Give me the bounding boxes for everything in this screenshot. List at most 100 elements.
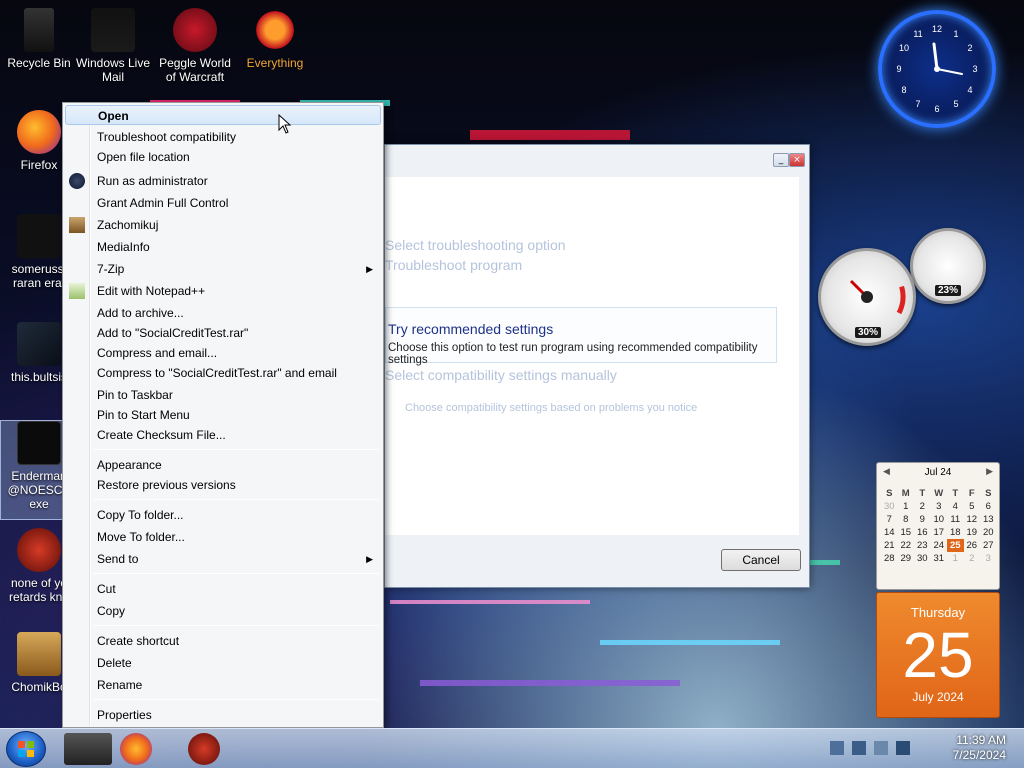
calendar-day[interactable]: 14: [881, 526, 898, 539]
menu-item-run-as-admin[interactable]: Run as administrator: [65, 171, 381, 191]
menu-item-pin-start[interactable]: Pin to Start Menu: [65, 405, 381, 425]
desktop-icon-peggle[interactable]: Peggle World of Warcraft: [156, 8, 234, 84]
svg-text:2: 2: [967, 43, 972, 53]
tray-volume-icon[interactable]: [852, 741, 866, 755]
menu-item-zachomikuj[interactable]: Zachomikuj: [65, 215, 381, 235]
desktop-icon-windows-live-mail[interactable]: Windows Live Mail: [74, 8, 152, 84]
menu-item-rename[interactable]: Rename: [65, 675, 381, 695]
ghost-text: Select troubleshooting option: [385, 237, 566, 253]
calendar-day[interactable]: 16: [914, 526, 931, 539]
cpu-meter-gadget[interactable]: 23% 30%: [818, 228, 990, 346]
menu-item-properties[interactable]: Properties: [65, 705, 381, 725]
calendar-day[interactable]: 3: [980, 552, 997, 565]
calendar-day[interactable]: 3: [931, 500, 948, 513]
calendar-day[interactable]: 13: [980, 513, 997, 526]
tray-flag-icon[interactable]: [874, 741, 888, 755]
menu-item-open[interactable]: Open: [65, 105, 381, 125]
calendar-day-today[interactable]: 25: [947, 539, 964, 552]
menu-item-create-checksum[interactable]: Create Checksum File...: [65, 425, 381, 445]
calendar-day[interactable]: 20: [980, 526, 997, 539]
calendar-day[interactable]: 12: [964, 513, 981, 526]
weekday-label: S: [886, 488, 893, 499]
calendar-day[interactable]: 2: [914, 500, 931, 513]
calendar-day[interactable]: 17: [931, 526, 948, 539]
close-button[interactable]: ×: [789, 153, 805, 167]
taskbar-app-button[interactable]: [188, 733, 220, 765]
menu-item-grant-admin[interactable]: Grant Admin Full Control: [65, 193, 381, 213]
svg-text:5: 5: [953, 99, 958, 109]
calendar-day[interactable]: 7: [881, 513, 898, 526]
menu-item-compress-email[interactable]: Compress and email...: [65, 343, 381, 363]
svg-text:3: 3: [972, 64, 977, 74]
calendar-day[interactable]: 9: [914, 513, 931, 526]
notepad-icon: [69, 283, 85, 299]
calendar-day[interactable]: 31: [931, 552, 948, 565]
tray-app-icon[interactable]: [896, 741, 910, 755]
calendar-gadget[interactable]: ◀ Jul 24 ▶ S M T W T F S 30 1 2 3 4 5 6 …: [876, 462, 1000, 590]
calendar-day[interactable]: 5: [964, 500, 981, 513]
start-button[interactable]: [6, 731, 46, 767]
taskbar-time: 11:39 AM: [956, 733, 1006, 747]
calendar-day[interactable]: 6: [980, 500, 997, 513]
tray-network-icon[interactable]: [830, 741, 844, 755]
taskbar-firefox-button[interactable]: [120, 733, 152, 765]
taskbar-explorer-button[interactable]: [64, 733, 112, 765]
menu-item-cut[interactable]: Cut: [65, 579, 381, 599]
menu-item-copy[interactable]: Copy: [65, 601, 381, 621]
menu-item-move-to[interactable]: Move To folder...: [65, 527, 381, 547]
calendar-day[interactable]: 22: [898, 539, 915, 552]
calendar-day[interactable]: 19: [964, 526, 981, 539]
calendar-day[interactable]: 21: [881, 539, 898, 552]
menu-separator: [93, 699, 379, 700]
menu-item-troubleshoot[interactable]: Troubleshoot compatibility: [65, 127, 381, 147]
menu-item-add-archive[interactable]: Add to archive...: [65, 303, 381, 323]
menu-item-restore-versions[interactable]: Restore previous versions: [65, 475, 381, 495]
calendar-day[interactable]: 15: [898, 526, 915, 539]
menu-item-send-to[interactable]: Send to ▶: [65, 549, 381, 569]
context-menu: Open Troubleshoot compatibility Open fil…: [62, 102, 384, 728]
calendar-day[interactable]: 28: [881, 552, 898, 565]
menu-item-label: Edit with Notepad++: [97, 284, 206, 298]
svg-text:7: 7: [915, 99, 920, 109]
calendar-day[interactable]: 30: [881, 500, 898, 513]
menu-item-compress-rar-email[interactable]: Compress to "SocialCreditTest.rar" and e…: [65, 363, 381, 383]
calendar-day[interactable]: 27: [980, 539, 997, 552]
menu-item-copy-to[interactable]: Copy To folder...: [65, 505, 381, 525]
weekday-label: S: [985, 488, 992, 499]
taskbar-clock[interactable]: 11:39 AM 7/25/2024: [953, 733, 1006, 763]
calendar-day[interactable]: 24: [931, 539, 948, 552]
minimize-button[interactable]: _: [773, 153, 789, 167]
menu-item-delete[interactable]: Delete: [65, 653, 381, 673]
menu-item-appearance[interactable]: Appearance: [65, 455, 381, 475]
menu-item-edit-notepad[interactable]: Edit with Notepad++: [65, 281, 381, 301]
desktop-icon-everything[interactable]: Everything: [236, 8, 314, 70]
svg-text:10: 10: [899, 43, 909, 53]
calendar-next-icon[interactable]: ▶: [986, 466, 993, 477]
calendar-day[interactable]: 23: [914, 539, 931, 552]
calendar-day[interactable]: 4: [947, 500, 964, 513]
calendar-day[interactable]: 29: [898, 552, 915, 565]
calendar-week-row: 30 1 2 3 4 5 6: [881, 500, 997, 513]
desktop-icon-recycle-bin[interactable]: Recycle Bin: [0, 8, 78, 70]
menu-item-pin-taskbar[interactable]: Pin to Taskbar: [65, 385, 381, 405]
option-title: Try recommended settings: [388, 321, 554, 337]
menu-item-7zip[interactable]: 7-Zip ▶: [65, 259, 381, 279]
date-gadget[interactable]: Thursday 25 July 2024: [876, 592, 1000, 718]
calendar-day[interactable]: 1: [947, 552, 964, 565]
menu-item-mediainfo[interactable]: MediaInfo: [65, 237, 381, 257]
menu-item-add-to-rar[interactable]: Add to "SocialCreditTest.rar": [65, 323, 381, 343]
calendar-day[interactable]: 8: [898, 513, 915, 526]
calendar-day[interactable]: 30: [914, 552, 931, 565]
calendar-day[interactable]: 11: [947, 513, 964, 526]
menu-item-create-shortcut[interactable]: Create shortcut: [65, 631, 381, 651]
recommended-settings-option[interactable]: Try recommended settings Choose this opt…: [385, 307, 777, 366]
calendar-day[interactable]: 2: [964, 552, 981, 565]
calendar-day[interactable]: 18: [947, 526, 964, 539]
svg-text:11: 11: [913, 29, 922, 39]
clock-gadget[interactable]: 12 1 2 3 45 6 78 9 10 11: [878, 10, 996, 128]
calendar-day[interactable]: 1: [898, 500, 915, 513]
cancel-button[interactable]: Cancel: [721, 549, 801, 571]
calendar-day[interactable]: 10: [931, 513, 948, 526]
menu-item-open-file-location[interactable]: Open file location: [65, 147, 381, 167]
calendar-day[interactable]: 26: [964, 539, 981, 552]
